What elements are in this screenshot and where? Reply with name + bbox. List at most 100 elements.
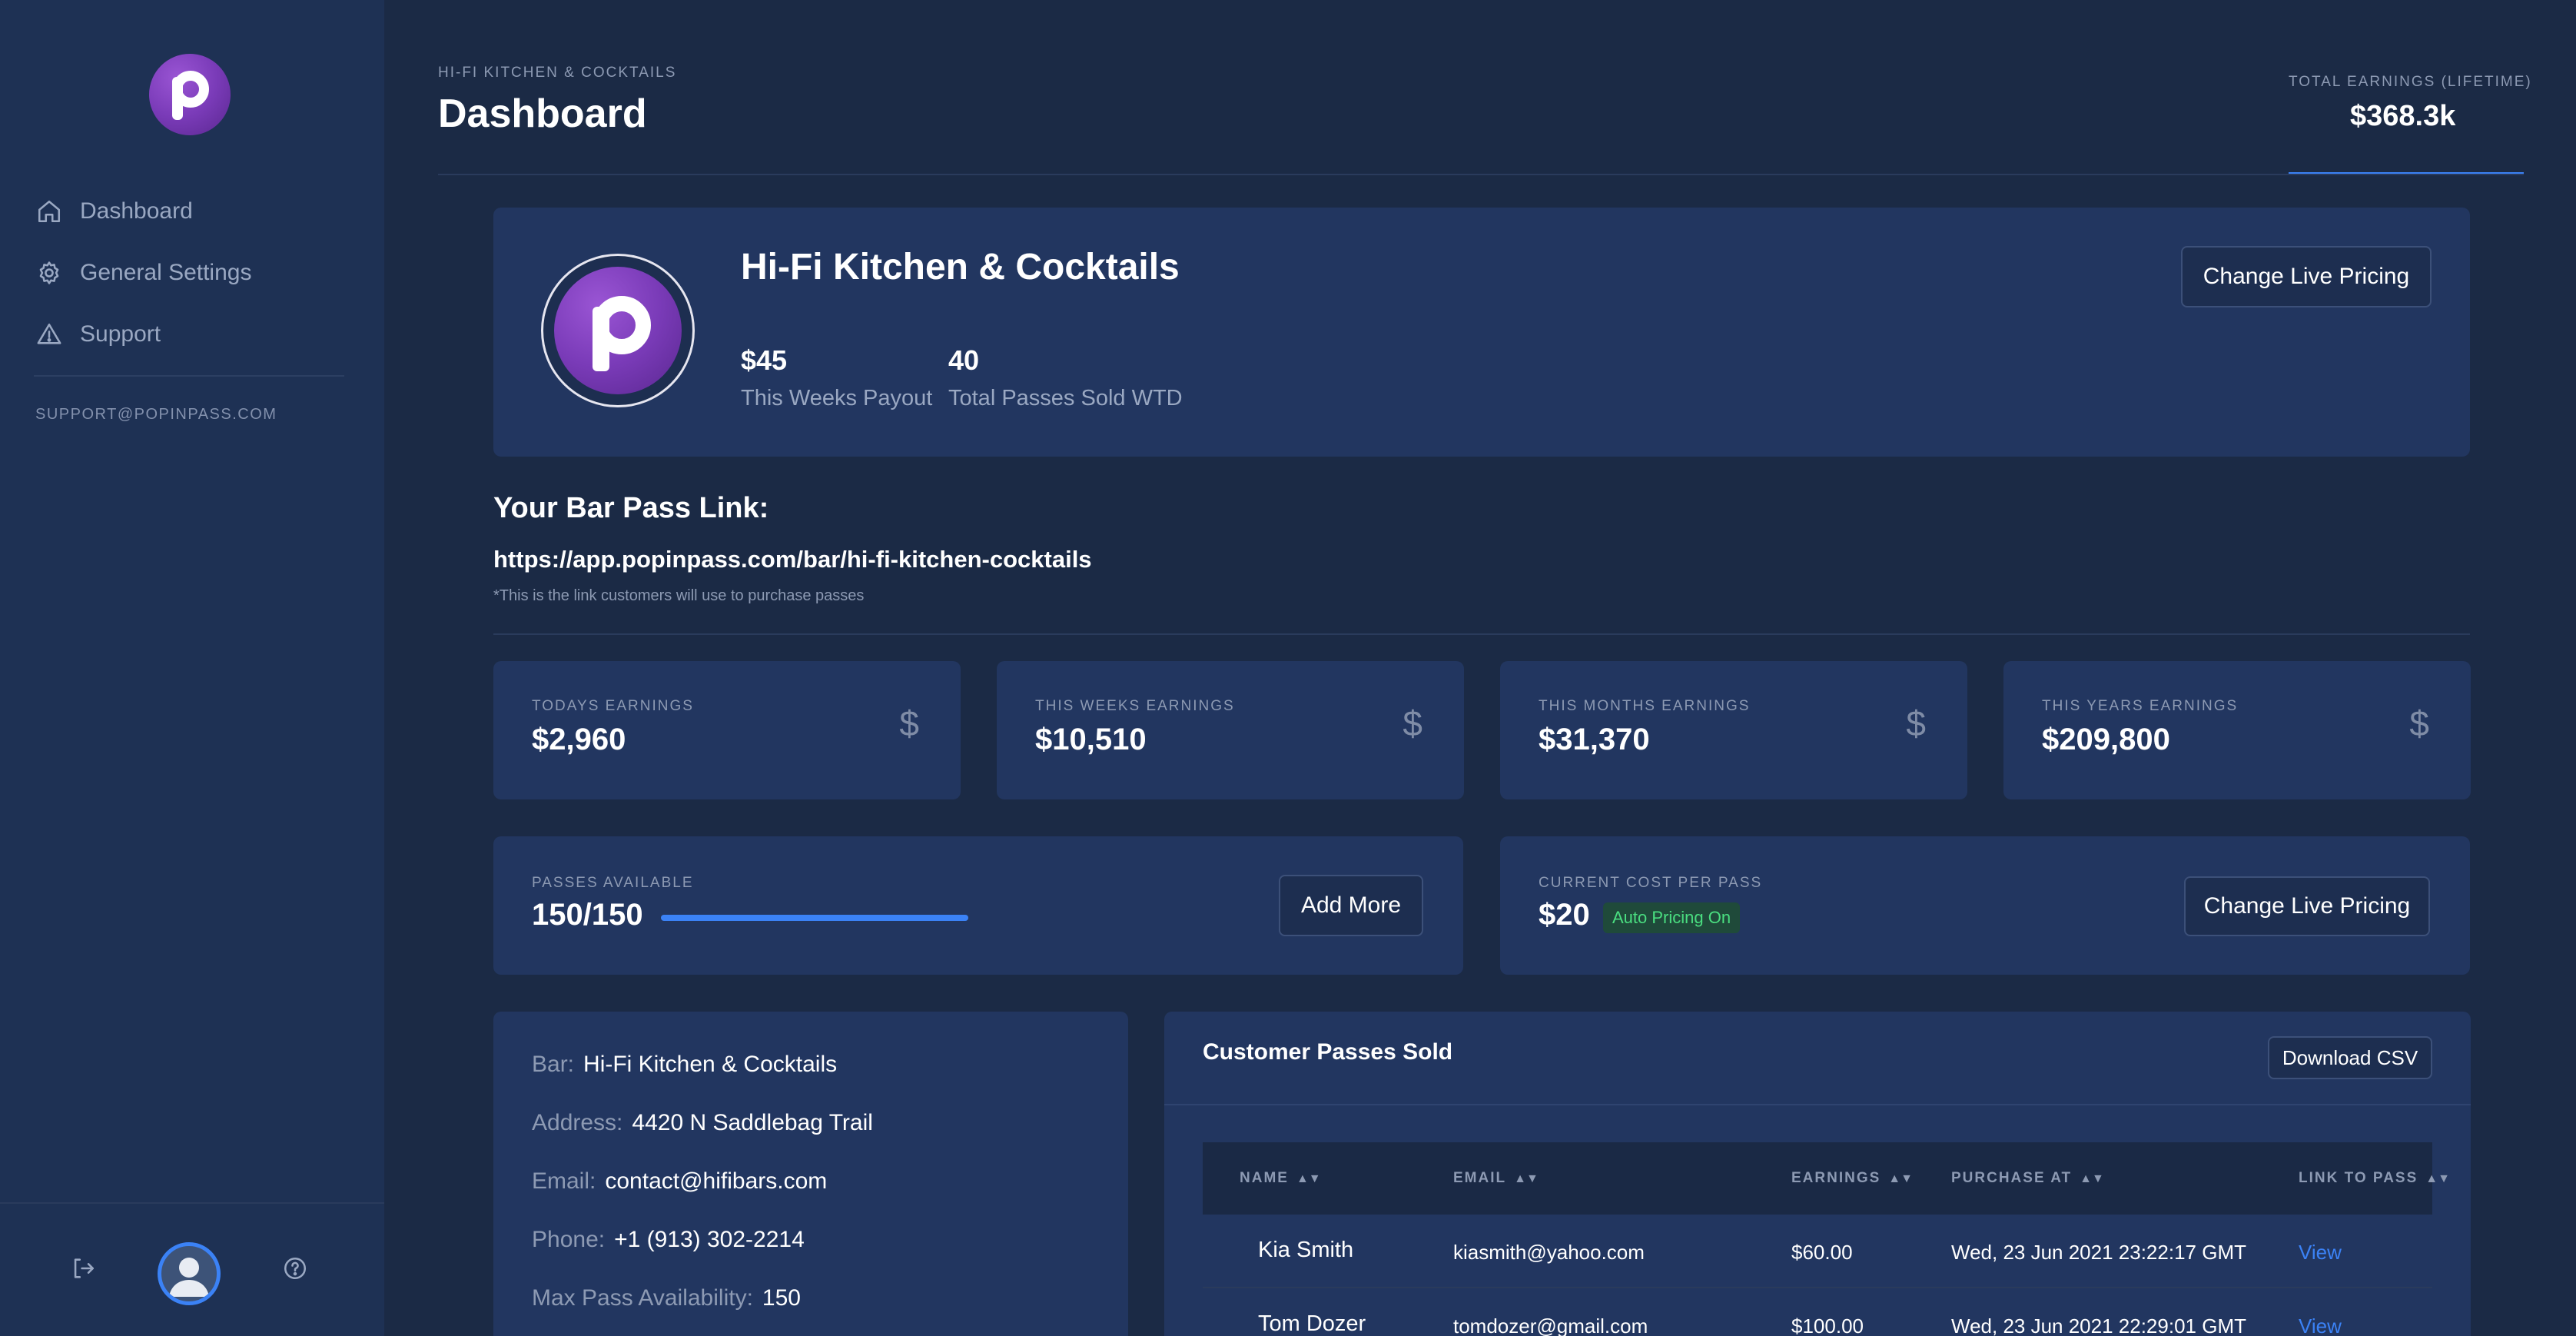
info-row-phone: Phone: +1 (913) 302-2214 [532,1227,805,1253]
column-header-earnings[interactable]: EARNINGS ▲▼ [1791,1170,1913,1187]
help-icon[interactable] [278,1251,312,1285]
gear-icon [34,258,65,288]
section-divider [493,633,2470,635]
passes-available-value: 150/150 [532,898,643,932]
cell-name: Tom Dozer [1258,1311,1366,1336]
earnings-label: TODAYS EARNINGS [532,698,694,714]
add-more-button[interactable]: Add More [1279,875,1423,936]
dollar-icon: $ [1403,703,1422,743]
passes-progress-fill [661,915,968,921]
earnings-card-today: TODAYS EARNINGS $2,960 $ [493,661,961,799]
change-live-pricing-button[interactable]: Change Live Pricing [2184,876,2430,936]
column-header-purchase-at[interactable]: PURCHASE AT ▲▼ [1951,1170,2104,1187]
earnings-value: $10,510 [1035,723,1147,756]
sidebar-item-dashboard[interactable]: Dashboard [34,181,251,242]
earnings-card-month: THIS MONTHS EARNINGS $31,370 $ [1500,661,1967,799]
view-pass-link[interactable]: View [2299,1241,2342,1265]
bar-pass-link-heading: Your Bar Pass Link: [493,492,769,524]
table-header: NAME ▲▼ EMAIL ▲▼ EARNINGS ▲▼ PURCHASE AT ▲▼ … [1203,1142,2450,1215]
info-value: contact@hifibars.com [605,1168,828,1194]
cell-earnings: $60.00 [1791,1241,1853,1264]
change-live-pricing-button[interactable]: Change Live Pricing [2181,246,2432,307]
earnings-card-year: THIS YEARS EARNINGS $209,800 $ [2003,661,2471,799]
customer-passes-card: Customer Passes Sold Download CSV NAME ▲▼… [1164,1012,2471,1336]
total-earnings-value: $368.3k [2350,100,2456,132]
cell-name: Kia Smith [1258,1238,1354,1262]
support-email-link[interactable]: SUPPORT@POPINPASS.COM [35,406,277,424]
earnings-value: $209,800 [2042,723,2170,756]
sidebar-item-label: General Settings [80,260,252,285]
dollar-icon: $ [2409,703,2429,743]
sort-icon: ▲▼ [1514,1172,1539,1185]
p-letter-icon [593,296,654,373]
download-csv-button[interactable]: Download CSV [2268,1036,2432,1079]
cell-email: tomdozer@gmail.com [1453,1314,1648,1336]
sidebar-item-general-settings[interactable]: General Settings [34,242,251,304]
view-pass-link[interactable]: View [2299,1314,2342,1336]
info-row-email: Email: contact@hifibars.com [532,1168,827,1195]
info-key: Max Pass Availability: [532,1285,753,1311]
sidebar-footer [0,1202,384,1336]
cost-per-pass-card: CURRENT COST PER PASS $20 Auto Pricing O… [1500,836,2470,975]
passes-available-card: PASSES AVAILABLE 150/150 Add More [493,836,1463,975]
venue-name: Hi-Fi Kitchen & Cocktails [741,247,1180,287]
cost-per-pass-label: CURRENT COST PER PASS [1539,875,1763,891]
earnings-label: THIS MONTHS EARNINGS [1539,698,1751,714]
sidebar: Dashboard General Settings Support SUPPO… [0,0,384,1336]
passes-sold-value: 40 [948,344,980,376]
table-row: Kia Smith kiasmith@yahoo.com $60.00 Wed,… [1203,1215,2432,1288]
venue-logo [541,254,695,407]
user-icon [169,1258,209,1297]
sort-icon: ▲▼ [2425,1172,2450,1185]
table-divider [1164,1104,2471,1105]
bar-pass-link-note: *This is the link customers will use to … [493,587,865,604]
weekly-payout-value: $45 [741,344,788,376]
venue-card: Hi-Fi Kitchen & Cocktails $45 This Weeks… [493,208,2470,457]
auto-pricing-badge: Auto Pricing On [1603,902,1741,933]
weekly-payout-label: This Weeks Payout [741,386,933,410]
dollar-icon: $ [899,703,919,743]
passes-sold-label: Total Passes Sold WTD [948,386,1183,410]
column-header-name[interactable]: NAME ▲▼ [1240,1170,1321,1187]
earnings-value: $31,370 [1539,723,1650,756]
cell-email: kiasmith@yahoo.com [1453,1241,1645,1264]
table-row: Tom Dozer tomdozer@gmail.com $100.00 Wed… [1203,1288,2432,1336]
popinpass-logo[interactable] [149,54,231,135]
info-row-address: Address: 4420 N Saddlebag Trail [532,1110,873,1136]
cell-purchase-at: Wed, 23 Jun 2021 22:29:01 GMT [1951,1314,2246,1336]
earnings-label: THIS WEEKS EARNINGS [1035,698,1235,714]
warning-icon [34,319,65,350]
info-value: Hi-Fi Kitchen & Cocktails [583,1052,838,1077]
page-subtitle: HI-FI KITCHEN & COCKTAILS [438,65,677,81]
header-divider [438,174,2524,175]
avatar[interactable] [158,1242,221,1305]
earnings-card-week: THIS WEEKS EARNINGS $10,510 $ [997,661,1464,799]
info-row-max-pass: Max Pass Availability: 150 [532,1285,801,1311]
bar-pass-link[interactable]: https://app.popinpass.com/bar/hi-fi-kitc… [493,546,1092,573]
info-value: 150 [762,1285,801,1311]
sidebar-divider [34,375,344,377]
sidebar-item-support[interactable]: Support [34,304,251,365]
customer-passes-title: Customer Passes Sold [1203,1039,1453,1065]
bar-info-card: Bar: Hi-Fi Kitchen & Cocktails Address: 44… [493,1012,1128,1336]
column-header-link-to-pass[interactable]: LINK TO PASS ▲▼ [2299,1170,2450,1187]
sidebar-item-label: Support [80,321,161,347]
cost-per-pass-value: $20 [1539,898,1590,932]
sort-icon: ▲▼ [1888,1172,1913,1185]
sort-icon: ▲▼ [2080,1172,2104,1185]
p-letter-icon [172,71,211,121]
info-key: Address: [532,1110,623,1135]
column-header-email[interactable]: EMAIL ▲▼ [1453,1170,1539,1187]
info-value: +1 (913) 302-2214 [614,1227,805,1252]
logout-icon[interactable] [66,1251,100,1285]
sort-icon: ▲▼ [1296,1172,1321,1185]
earnings-label: THIS YEARS EARNINGS [2042,698,2239,714]
info-row-bar: Bar: Hi-Fi Kitchen & Cocktails [532,1052,837,1078]
sidebar-nav: Dashboard General Settings Support [34,181,251,365]
cell-purchase-at: Wed, 23 Jun 2021 23:22:17 GMT [1951,1241,2246,1264]
page-title: Dashboard [438,91,647,136]
passes-progress-bar [661,915,968,921]
info-key: Email: [532,1168,596,1194]
dollar-icon: $ [1906,703,1926,743]
passes-available-label: PASSES AVAILABLE [532,875,694,891]
